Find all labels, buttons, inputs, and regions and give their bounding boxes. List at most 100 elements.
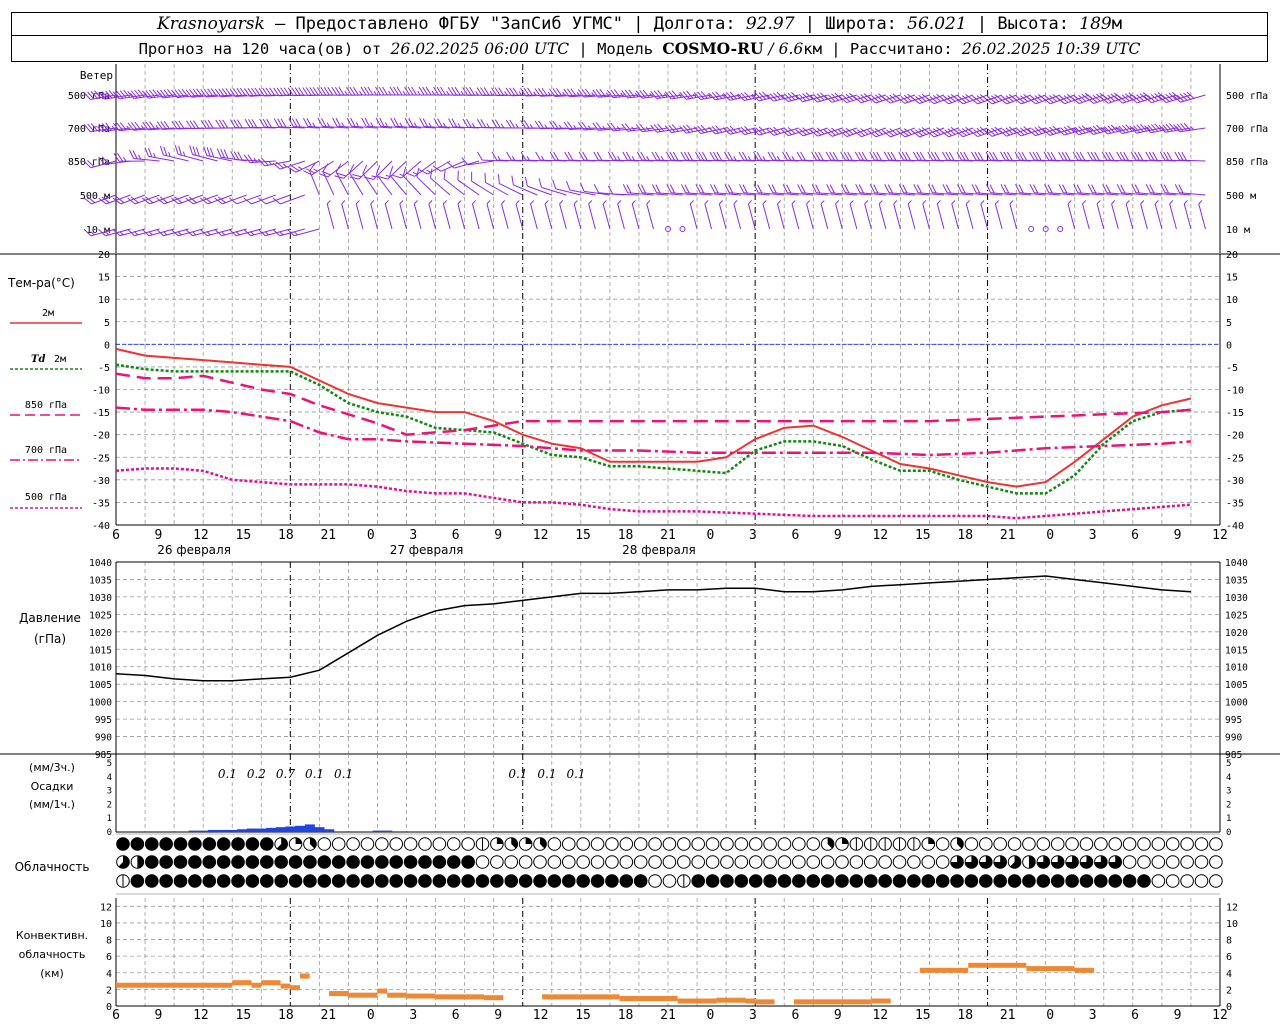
calm-marker [1057,226,1064,232]
wind-barb [936,200,945,230]
barb-full [621,123,629,132]
cloud-symbol [863,837,878,851]
barb-full [491,151,498,161]
temp-tick-left: 10 [98,295,110,306]
cloud-circle [1007,837,1022,851]
wind-barb [399,200,408,230]
wind-barb [849,200,858,230]
cloud-symbol [892,855,907,869]
wind-barb [349,164,364,196]
cloud-circle [360,837,375,851]
conv-bar [619,996,678,1002]
cloud-symbol [734,855,749,869]
precip-3h-label: 0.1 [305,767,324,781]
wind-barb [893,200,901,230]
wind-level-right: 500 м [1226,191,1256,202]
cloud-symbol [418,855,432,869]
barb-half [748,200,753,205]
pressure-title: Давление [19,611,81,625]
cloud-circle [346,855,360,869]
barb-full [1180,123,1188,132]
precip-tick-right: 4 [1226,773,1231,783]
cloud-symbol [173,874,188,888]
precip-bar [324,829,335,832]
cloud-circle [303,855,317,869]
precip-tick-left: 1 [107,814,112,824]
cloud-circle [748,837,763,851]
time-tick-label: 6 [791,528,799,543]
cloud-circle [317,837,332,851]
cloud-fill [1028,855,1036,869]
cloud-symbol [130,855,145,869]
cloud-symbol [389,874,404,888]
cloud-circle [921,855,936,869]
barb-half [835,200,840,205]
cloud-circle [288,855,303,869]
cloud-symbol [561,855,576,869]
cloud-circle [590,855,605,869]
barb-staff [177,228,204,237]
cloud-circle [188,837,202,851]
cloud-circle [432,837,447,851]
temp-tick-left: -15 [92,408,110,419]
barb-half [777,200,782,205]
time-tick-label-bottom: 18 [957,1008,973,1023]
conv-bar [1026,966,1075,972]
cloud-circle [331,874,346,888]
cloud-circle [1194,874,1209,888]
barb-full [593,184,599,193]
cloud-symbol [432,855,447,869]
precip-bar [227,829,238,832]
cloud-circle [662,855,677,869]
cloud-circle [260,837,274,851]
time-tick-label: 6 [452,528,460,543]
cloud-circle [418,855,432,869]
cloud-circle [547,874,562,888]
conv-tick-left: 4 [106,969,112,980]
barb-half [486,123,490,128]
precip-3h-label: 0.7 [276,767,295,781]
cloud-symbol [590,855,605,869]
cloud-symbol [835,855,849,869]
wind-barb [511,175,538,196]
barb-half [442,122,447,128]
barb-half [515,200,520,205]
cloud-circle [1180,874,1194,888]
time-tick-label-bottom: 0 [707,1008,715,1023]
barb-full [378,176,388,180]
cloud-circle [188,874,202,888]
time-tick-label-bottom: 3 [749,1008,757,1023]
barb-staff [541,186,567,196]
barb-staff [413,203,422,230]
barb-staff [192,228,218,237]
cloud-circle [1165,855,1180,869]
wind-barb [1183,200,1192,230]
time-tick-label: 3 [1089,528,1097,543]
barb-staff [457,203,466,230]
cloud-symbol [820,874,835,888]
cloud-symbol [979,874,993,888]
barb-half [573,200,578,205]
cloud-symbol [633,837,648,851]
cloud-symbol [993,837,1007,851]
precip-tick-right: 3 [1226,787,1231,797]
wind-barb [457,170,480,196]
conv-bar [987,962,1027,968]
wind-barb [370,200,378,230]
cloud-circle [1022,837,1036,851]
conv-tick-left: 6 [106,952,112,963]
cloud-circle [662,837,677,851]
barb-half [1154,200,1159,205]
barb-half [646,156,650,161]
cloud-symbol [792,874,806,888]
cloud-symbol [216,855,231,869]
cloud-circle [705,837,720,851]
precip-unit-3h: (мм/3ч.) [29,761,75,774]
wind-barb [442,200,451,230]
cloud-symbol [504,874,519,888]
cloud-circle [935,874,950,888]
cloud-circle [389,837,404,851]
cloud-circle [173,874,188,888]
barb-full [657,90,665,98]
cloud-symbol [533,855,547,869]
